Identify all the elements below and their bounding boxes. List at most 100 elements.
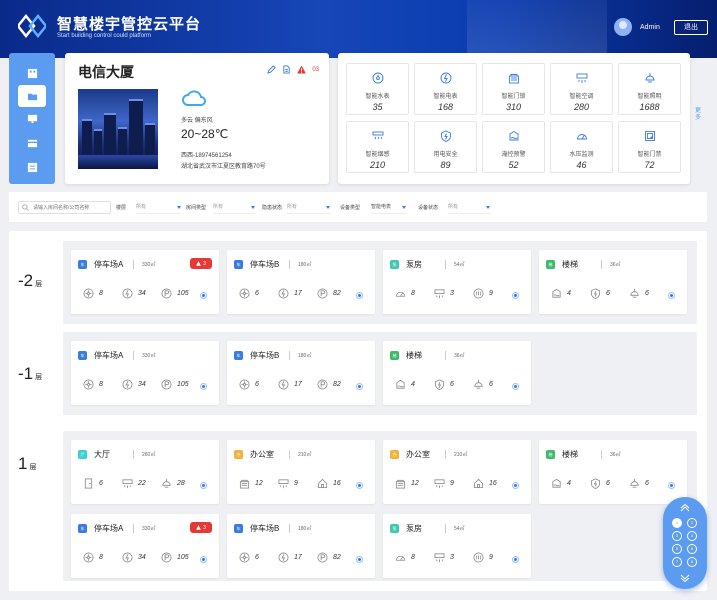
filter-select-device-status[interactable]: 所有 [448,201,490,214]
room-area: 54㎡ [454,262,465,268]
filter-select-hazard[interactable]: 所有 [287,201,330,214]
floor-nav-button[interactable]: 1 [672,518,682,528]
floor-nav-button[interactable]: 3 [672,531,682,541]
room-stat: 3 [434,288,469,299]
device-tile[interactable]: 智能水表 35 [346,63,409,115]
room-select-radio[interactable] [356,292,363,299]
device-tile[interactable]: 用电安全 89 [414,121,477,173]
room-stats: 6 17 82 [239,379,352,390]
room-card[interactable]: 车停车场A 330㎡ 3 8 34 105 [71,250,219,314]
room-stat: 17 [278,379,313,390]
room-select-radio[interactable] [512,556,519,563]
room-card[interactable]: 办办公室 210㎡ 12 9 16 [383,440,531,504]
room-stat: 12 [239,478,274,489]
room-select-radio[interactable] [512,292,519,299]
device-tile[interactable]: 智能电表 168 [414,63,477,115]
warning-icon[interactable] [297,65,307,74]
room-select-radio[interactable] [200,482,207,489]
device-count: 52 [508,160,519,170]
room-card[interactable]: 车停车场A 330㎡ 8 34 105 [71,341,219,405]
chevron-down-icon [251,206,255,209]
room-card[interactable]: 车停车场A 330㎡ 3 8 34 105 [71,514,219,578]
floor-nav-button[interactable]: 8 [687,557,697,567]
meter-icon [122,552,133,563]
temperature: 20~28℃ [181,127,229,141]
filter-select-room-type[interactable]: 所有 [213,201,255,214]
alarm-count: 03 [312,66,319,73]
room-stat: 6 [590,288,625,299]
nav-folder-icon[interactable] [18,85,46,107]
device-count: 35 [372,102,383,112]
room-card[interactable]: 车停车场B 180㎡ 6 17 82 [227,514,375,578]
device-count: 1688 [639,102,660,112]
floor-nav-button[interactable]: 7 [672,557,682,567]
room-card[interactable]: 办办公室 210㎡ 12 9 16 [227,440,375,504]
room-select-radio[interactable] [668,292,675,299]
nav-monitor-icon[interactable] [22,110,42,126]
alarm-badge[interactable]: 3 [190,522,212,533]
room-select-radio[interactable] [668,482,675,489]
building-photo [78,89,158,169]
flood-icon [396,379,405,389]
room-card[interactable]: 车停车场B 180㎡ 6 17 82 [227,341,375,405]
room-card[interactable]: 梯楼梯 36㎡ 4 6 6 [383,341,531,405]
nav-card-icon[interactable] [22,135,42,151]
room-card[interactable]: 泵泵房 54㎡ 8 3 9 [383,250,531,314]
logout-button[interactable]: 退出 [674,20,708,35]
room-stat: 34 [122,288,157,299]
filter-label-room-type: 房间类型 [186,205,207,211]
warning-icon [196,261,202,266]
room-select-radio[interactable] [200,292,207,299]
device-tile[interactable]: 水压监测 46 [550,121,613,173]
room-card[interactable]: 车停车场B 180㎡ 6 17 82 [227,250,375,314]
device-count: 210 [369,160,386,170]
room-select-radio[interactable] [356,482,363,489]
room-card[interactable]: 梯楼梯 36㎡ 4 6 6 [539,440,687,504]
device-tile[interactable]: 智能烟感 210 [346,121,409,173]
nav-list-icon[interactable] [22,159,42,175]
room-select-radio[interactable] [200,556,207,563]
floor-nav-button[interactable]: 5 [672,544,682,554]
room-card[interactable]: 梯楼梯 36㎡ 4 6 6 [539,250,687,314]
room-select-radio[interactable] [512,383,519,390]
filter-select-floor[interactable]: 所有 [136,201,181,214]
floor-nav-button[interactable]: 2 [687,518,697,528]
divider [445,524,446,533]
room-select-radio[interactable] [356,383,363,390]
room-select-radio[interactable] [512,482,519,489]
floor-nav-button[interactable]: 6 [687,544,697,554]
device-tile[interactable]: 智能门锁 310 [482,63,545,115]
avatar[interactable] [614,18,632,36]
room-stat: 9 [473,288,508,299]
lamp-icon [474,379,483,389]
room-select-radio[interactable] [356,556,363,563]
device-tile[interactable]: 智能空调 280 [550,63,613,115]
filter-select-device-type[interactable]: 智能电表 [371,201,406,214]
room-card[interactable]: 厅大厅 260㎡ 6 22 28 [71,440,219,504]
room-stat: 4 [551,478,586,489]
room-name: 停车场B [250,351,280,360]
search-input[interactable] [18,201,111,214]
floor-nav-button[interactable]: 4 [687,531,697,541]
room-card[interactable]: 泵泵房 54㎡ 8 3 9 [383,514,531,578]
device-count: 89 [440,160,451,170]
nav-building-icon[interactable] [22,65,42,81]
edit-icon[interactable] [267,65,277,74]
divider [289,450,290,459]
room-stat: 6 [239,379,274,390]
more-link[interactable]: 更多 [695,108,703,122]
divider [445,260,446,269]
chevron-down-icon[interactable] [679,574,691,582]
device-tile[interactable]: 智能门禁 72 [618,121,681,173]
user-name[interactable]: Admin [640,24,660,31]
room-name: 办公室 [250,450,274,459]
chevron-up-icon[interactable] [679,504,691,512]
device-tile[interactable]: 淹控预警 52 [482,121,545,173]
device-tile[interactable]: 智能照明 1688 [618,63,681,115]
meter-icon [278,379,289,390]
alarm-badge[interactable]: 3 [190,258,212,269]
room-select-radio[interactable] [200,383,207,390]
device-count: 168 [437,102,454,112]
room-stat: 105 [161,552,196,563]
document-icon[interactable] [282,65,291,74]
